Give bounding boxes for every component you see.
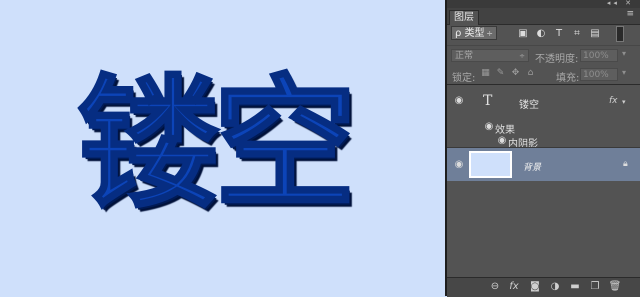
effects-eye-icon[interactable]: ◉ [483, 122, 495, 132]
lock-icon: 🔒︎ [623, 159, 628, 169]
chevron-down-icon: ÷ [519, 52, 525, 60]
eye-icon[interactable]: ◉ [453, 96, 465, 106]
fx-icon[interactable]: fx [507, 281, 521, 293]
shape-filter-icon[interactable]: ⌗ [571, 28, 583, 40]
dropdown-arrow-icon: ÷ [486, 29, 493, 38]
adjustment-icon[interactable]: ◑ [548, 281, 562, 293]
type-filter-icon[interactable]: T [553, 28, 565, 40]
layers-panel: ◂◂ ✕ 图层 ≡ ρ 类型 ÷ ▣ ◐ T ⌗ ▤ 正常 ÷ 不透明度: 10… [447, 0, 640, 297]
opacity-label: 不透明度: [535, 54, 579, 65]
blend-mode-select[interactable]: 正常 ÷ [451, 49, 529, 62]
lock-all-icon[interactable]: ⌂ [525, 68, 536, 79]
filter-type-select[interactable]: ρ 类型 ÷ [451, 26, 497, 40]
collapse-icon[interactable]: ◂◂ ✕ [607, 0, 634, 7]
layer-row-background[interactable]: ◉ 背景 🔒︎ [447, 148, 640, 181]
opacity-input[interactable]: 100% [580, 49, 618, 62]
layer-name: 镂空 [519, 100, 539, 111]
link-layers-icon[interactable]: ⊖ [488, 281, 502, 293]
lock-transparent-icon[interactable]: ▦ [480, 68, 491, 79]
eye-icon[interactable]: ◉ [453, 160, 465, 170]
adjustment-filter-icon[interactable]: ◐ [535, 28, 547, 40]
filter-row: ρ 类型 ÷ ▣ ◐ T ⌗ ▤ [447, 25, 640, 43]
lock-row: 锁定: ▦ ✎ ✥ ⌂ 填充: 100% ▾ [447, 64, 640, 85]
type-layer-icon: T [483, 93, 493, 109]
folder-icon[interactable]: ▬ [568, 281, 582, 293]
panel-bottom-bar: ⊖ fx ◙ ◑ ▬ ❐ 🗑︎ [447, 277, 640, 297]
opacity-dropdown-icon[interactable]: ▾ [622, 49, 626, 58]
layer-row-text[interactable]: ◉ T 镂空 fx ▾ [447, 85, 640, 117]
fx-badge-icon[interactable]: fx [609, 96, 618, 106]
layer-thumbnail [469, 151, 512, 178]
hollow-text: 镂空 [77, 62, 358, 227]
effects-label[interactable]: 效果 [495, 121, 515, 136]
fill-dropdown-icon[interactable]: ▾ [622, 68, 626, 77]
lock-brush-icon[interactable]: ✎ [495, 68, 506, 79]
filter-toggle[interactable] [616, 26, 624, 42]
panel-menu-icon[interactable]: ≡ [626, 9, 634, 19]
filter-type-label: ρ 类型 [455, 28, 485, 39]
blend-row: 正常 ÷ 不透明度: 100% ▾ [447, 45, 640, 65]
new-layer-icon[interactable]: ❐ [588, 281, 602, 293]
lock-move-icon[interactable]: ✥ [510, 68, 521, 79]
layer-list: ◉ T 镂空 fx ▾ ◉ 效果 ◉ 内阴影 ◉ 背景 🔒︎ [447, 85, 640, 275]
trash-icon[interactable]: 🗑︎ [608, 281, 622, 293]
blend-mode-value: 正常 [455, 51, 474, 61]
panel-title-strip: ◂◂ ✕ [447, 0, 640, 8]
fill-input[interactable]: 100% [580, 68, 618, 81]
expand-effects-icon[interactable]: ▾ [622, 98, 626, 106]
canvas-text-layer: 镂空 [77, 68, 358, 221]
lock-label: 锁定: [452, 73, 476, 84]
panel-tab-row: 图层 ≡ [447, 8, 640, 25]
document-canvas[interactable]: 镂空 [0, 0, 445, 296]
smart-object-filter-icon[interactable]: ▤ [589, 28, 601, 40]
tab-layers[interactable]: 图层 [449, 10, 479, 25]
inner-shadow-eye-icon[interactable]: ◉ [496, 136, 508, 146]
pixel-filter-icon[interactable]: ▣ [517, 28, 529, 40]
layer-name: 背景 [523, 163, 542, 173]
mask-icon[interactable]: ◙ [528, 281, 542, 293]
fill-label: 填充: [556, 73, 580, 84]
